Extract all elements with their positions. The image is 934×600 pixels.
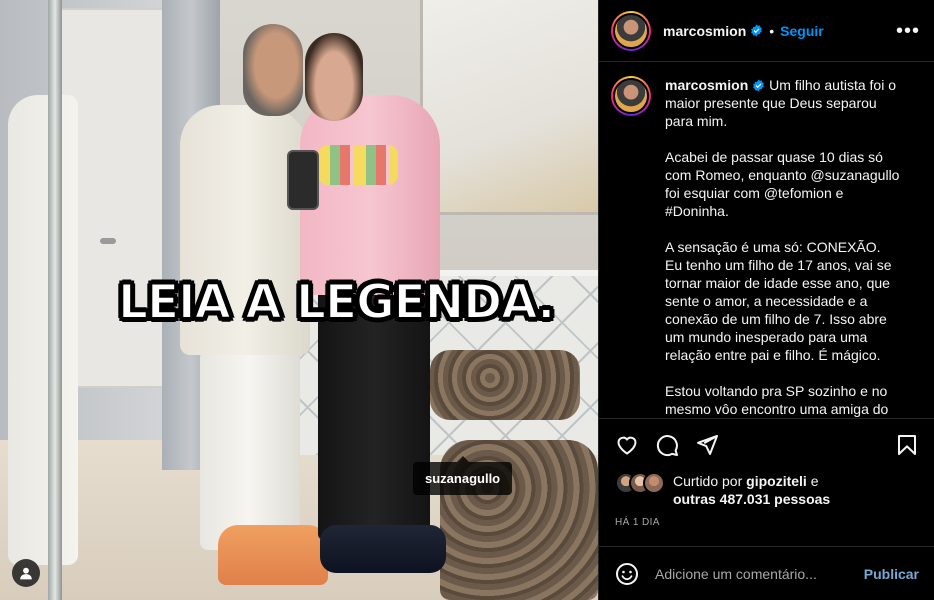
overlay-caption-text: LEIA A LEGENDA. bbox=[117, 274, 556, 331]
person-father-head bbox=[243, 24, 303, 116]
post-sidebar: marcosmion • Seguir ••• marcosmion Um fi… bbox=[598, 0, 934, 600]
mirror-frame bbox=[48, 0, 62, 600]
action-bar bbox=[599, 418, 934, 470]
emoji-icon[interactable] bbox=[615, 562, 639, 586]
heart-icon[interactable] bbox=[615, 433, 639, 457]
comment-icon[interactable] bbox=[655, 433, 679, 457]
author-avatar[interactable] bbox=[611, 10, 651, 51]
liker-username[interactable]: gipoziteli bbox=[746, 473, 807, 489]
caption-text: marcosmion Um filho autista foi o maior … bbox=[665, 76, 903, 417]
verified-badge-icon bbox=[753, 79, 765, 92]
caption-username[interactable]: marcosmion bbox=[665, 77, 748, 93]
mirror-reflection bbox=[8, 95, 78, 565]
post-header: marcosmion • Seguir ••• bbox=[599, 0, 934, 62]
ottoman bbox=[430, 350, 580, 420]
likes-summary: Curtido por gipoziteli e outras 487.031 … bbox=[615, 472, 830, 508]
comment-input[interactable] bbox=[655, 565, 864, 582]
send-icon[interactable] bbox=[695, 433, 719, 457]
follow-button[interactable]: Seguir bbox=[780, 23, 824, 39]
user-tag-label[interactable]: suzanagullo bbox=[413, 456, 513, 495]
likes-count-link[interactable]: outras 487.031 pessoas bbox=[673, 491, 830, 507]
caption-body: Um filho autista foi o maior presente qu… bbox=[665, 77, 900, 417]
orange-sneakers bbox=[218, 525, 328, 585]
publish-button[interactable]: Publicar bbox=[864, 566, 919, 582]
person-icon bbox=[20, 567, 32, 580]
hoodie-print bbox=[318, 145, 398, 185]
post-photo[interactable]: LEIA A LEGENDA. suzanagullo bbox=[0, 0, 598, 600]
more-options-button[interactable]: ••• bbox=[896, 21, 920, 41]
post-timestamp[interactable]: HÁ 1 DIA bbox=[615, 517, 660, 528]
caption-section: marcosmion Um filho autista foi o maior … bbox=[599, 62, 934, 417]
smartphone bbox=[287, 150, 319, 210]
person-father-legs bbox=[200, 350, 300, 550]
person-son-head bbox=[305, 33, 363, 121]
verified-badge-icon bbox=[751, 24, 763, 37]
dark-sneakers bbox=[320, 525, 446, 573]
comment-bar: Publicar bbox=[599, 546, 934, 600]
likes-prefix: Curtido por bbox=[673, 473, 747, 489]
door-handle bbox=[100, 238, 116, 244]
avatar bbox=[643, 472, 665, 494]
separator-dot: • bbox=[769, 22, 775, 39]
caption-author-avatar[interactable] bbox=[611, 76, 651, 116]
likes-text: Curtido por gipoziteli e outras 487.031 … bbox=[673, 472, 830, 508]
person-son-pink-hoodie bbox=[300, 95, 440, 295]
likes-conjunction: e bbox=[806, 473, 819, 489]
liker-avatars[interactable] bbox=[615, 472, 669, 494]
tagged-users-button[interactable] bbox=[12, 559, 40, 587]
author-username[interactable]: marcosmion bbox=[663, 23, 746, 39]
wall-artwork bbox=[420, 0, 598, 215]
bookmark-icon[interactable] bbox=[895, 433, 919, 457]
